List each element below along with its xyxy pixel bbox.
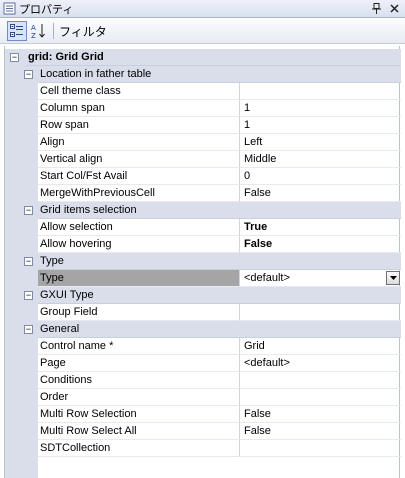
property-name: Allow selection	[38, 219, 239, 236]
object-header-row[interactable]: − grid: Grid Grid	[5, 49, 401, 66]
category-label: Grid items selection	[38, 202, 401, 219]
property-name: Row span	[38, 117, 239, 134]
property-row[interactable]: Multi Row Selection False	[5, 406, 401, 423]
property-name: Cell theme class	[38, 83, 239, 100]
dropdown-button[interactable]	[386, 271, 400, 285]
property-name: Vertical align	[38, 151, 239, 168]
type-dropdown[interactable]: <default>	[239, 270, 401, 287]
property-row[interactable]: Group Field	[5, 304, 401, 321]
property-row-selected[interactable]: Type <default>	[5, 270, 401, 287]
property-row[interactable]: Cell theme class	[5, 83, 401, 100]
collapse-icon[interactable]: −	[10, 53, 19, 62]
property-value[interactable]: Grid	[239, 338, 401, 355]
category-location[interactable]: − Location in father table	[5, 66, 401, 83]
property-row[interactable]: Align Left	[5, 134, 401, 151]
property-value[interactable]: False	[239, 423, 401, 440]
panel-title: プロパティ	[19, 3, 74, 16]
collapse-icon[interactable]: −	[24, 325, 33, 334]
property-value[interactable]	[239, 83, 401, 100]
properties-icon	[2, 2, 16, 16]
property-row[interactable]: Allow selection True	[5, 219, 401, 236]
category-gxui[interactable]: − GXUI Type	[5, 287, 401, 304]
property-row[interactable]: Multi Row Select All False	[5, 423, 401, 440]
collapse-icon[interactable]: −	[24, 257, 33, 266]
categorized-view-button[interactable]	[7, 21, 27, 41]
chevron-down-icon	[389, 276, 397, 280]
property-name: Column span	[38, 100, 239, 117]
property-row[interactable]: Row span 1	[5, 117, 401, 134]
collapse-icon[interactable]: −	[24, 70, 33, 79]
property-value[interactable]: 1	[239, 100, 401, 117]
svg-text:Z: Z	[31, 32, 36, 39]
property-name: Group Field	[38, 304, 239, 321]
property-row[interactable]: Allow hovering False	[5, 236, 401, 253]
toolbar-separator	[53, 23, 54, 39]
property-name: SDTCollection	[38, 440, 239, 457]
property-value[interactable]: Middle	[239, 151, 401, 168]
property-name: Page	[38, 355, 239, 372]
property-row[interactable]: MergeWithPreviousCell False	[5, 185, 401, 202]
categorized-icon	[10, 24, 23, 37]
collapse-icon[interactable]: −	[24, 291, 33, 300]
category-label: Type	[38, 253, 401, 270]
row-gutter: −	[5, 66, 38, 83]
row-gutter: −	[5, 49, 26, 66]
svg-text:A: A	[31, 24, 36, 32]
property-name: Start Col/Fst Avail	[38, 168, 239, 185]
property-name: Type	[38, 270, 239, 287]
property-value: <default>	[244, 272, 290, 284]
sort-az-icon: A Z	[31, 24, 45, 39]
property-name: Allow hovering	[38, 236, 239, 253]
property-row[interactable]: Page <default>	[5, 355, 401, 372]
category-label: Location in father table	[38, 66, 401, 83]
property-name: Multi Row Select All	[38, 423, 239, 440]
filter-label[interactable]: フィルタ	[59, 23, 107, 40]
collapse-icon[interactable]: −	[24, 206, 33, 215]
property-row[interactable]: Order	[5, 389, 401, 406]
property-row[interactable]: Column span 1	[5, 100, 401, 117]
property-name: Control name *	[38, 338, 239, 355]
property-value[interactable]: 1	[239, 117, 401, 134]
property-name: Conditions	[38, 372, 239, 389]
properties-toolbar: A Z フィルタ	[0, 19, 405, 44]
property-value[interactable]: 0	[239, 168, 401, 185]
property-name: MergeWithPreviousCell	[38, 185, 239, 202]
property-grid: − grid: Grid Grid − Location in father t…	[4, 46, 401, 478]
property-row[interactable]: Control name * Grid	[5, 338, 401, 355]
close-icon[interactable]	[387, 2, 401, 16]
alphabetical-view-button[interactable]: A Z	[29, 21, 49, 41]
category-label: General	[38, 321, 401, 338]
property-value[interactable]: True	[239, 219, 401, 236]
category-type[interactable]: − Type	[5, 253, 401, 270]
row-gutter: −	[5, 202, 38, 219]
property-value[interactable]	[239, 440, 401, 457]
category-general[interactable]: − General	[5, 321, 401, 338]
pin-icon[interactable]	[369, 2, 383, 16]
category-label: GXUI Type	[38, 287, 401, 304]
property-value[interactable]	[239, 372, 401, 389]
property-value[interactable]	[239, 304, 401, 321]
property-value[interactable]: Left	[239, 134, 401, 151]
property-row[interactable]: Conditions	[5, 372, 401, 389]
property-name: Multi Row Selection	[38, 406, 239, 423]
object-title: grid: Grid Grid	[26, 49, 401, 66]
property-row[interactable]: SDTCollection	[5, 440, 401, 457]
property-value[interactable]: False	[239, 236, 401, 253]
property-value[interactable]	[239, 389, 401, 406]
property-row[interactable]: Start Col/Fst Avail 0	[5, 168, 401, 185]
property-name: Align	[38, 134, 239, 151]
property-value[interactable]: <default>	[239, 355, 401, 372]
category-grid-items[interactable]: − Grid items selection	[5, 202, 401, 219]
row-gutter: −	[5, 321, 38, 338]
gutter-fill	[5, 457, 38, 478]
property-row[interactable]: Vertical align Middle	[5, 151, 401, 168]
property-value[interactable]: False	[239, 406, 401, 423]
row-gutter: −	[5, 287, 38, 304]
property-value[interactable]: False	[239, 185, 401, 202]
panel-titlebar: プロパティ	[0, 0, 405, 18]
row-gutter: −	[5, 253, 38, 270]
property-name: Order	[38, 389, 239, 406]
